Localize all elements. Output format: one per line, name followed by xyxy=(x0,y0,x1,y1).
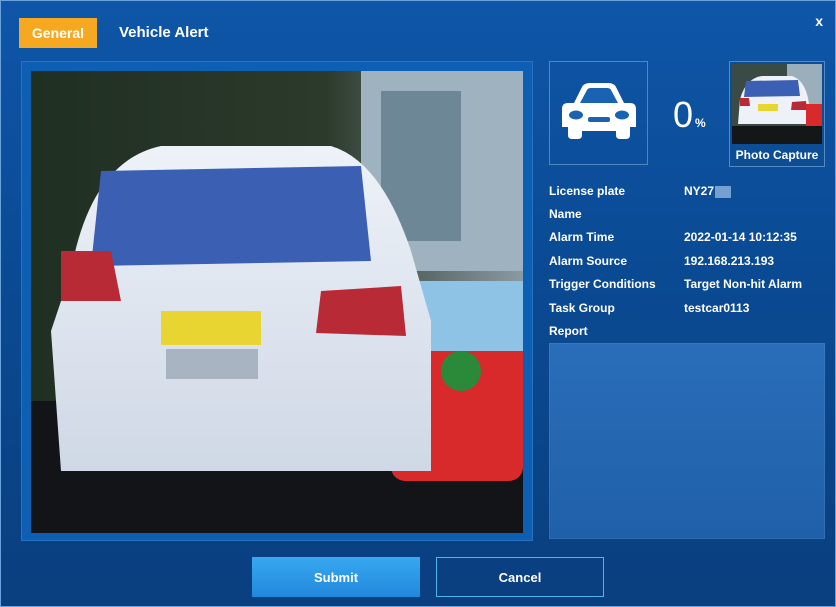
tab-vehicle-alert[interactable]: Vehicle Alert xyxy=(119,24,209,41)
tab-general[interactable]: General xyxy=(19,18,97,48)
alert-info: License plate NY27 Name Alarm Time 2022-… xyxy=(549,179,825,343)
report-textarea[interactable] xyxy=(549,343,825,539)
field-value: 2022-01-14 10:12:35 xyxy=(684,230,797,245)
field-label: Task Group xyxy=(549,300,615,315)
field-label: Alarm Time xyxy=(549,230,615,245)
details-panel: 0% Photo Capture License plate NY27 Name… xyxy=(549,61,825,541)
capture-image xyxy=(732,64,822,144)
image-panel xyxy=(21,61,533,541)
info-row-task-group: Task Group testcar0113 xyxy=(549,296,825,319)
info-row-alarm-source: Alarm Source 192.168.213.193 xyxy=(549,249,825,272)
info-row-license-plate: License plate NY27 xyxy=(549,179,825,202)
field-label: Trigger Conditions xyxy=(549,277,656,292)
vehicle-alert-dialog: General Vehicle Alert x 0 % Photo Captur… xyxy=(0,0,836,607)
field-label: License plate xyxy=(549,183,626,198)
vehicle-type-box xyxy=(549,61,648,165)
close-button[interactable]: x xyxy=(815,13,823,29)
info-row-alarm-time: Alarm Time 2022-01-14 10:12:35 xyxy=(549,226,825,249)
field-label: Report xyxy=(549,324,588,339)
cancel-button[interactable]: Cancel xyxy=(436,557,604,597)
info-row-report: Report xyxy=(549,319,825,342)
vehicle-photo xyxy=(31,71,523,533)
car-icon xyxy=(560,81,638,146)
info-row-name: Name xyxy=(549,202,825,225)
redaction-mask xyxy=(715,185,732,198)
field-label: Name xyxy=(549,207,582,222)
photo-capture-thumbnail[interactable]: Photo Capture xyxy=(729,61,825,167)
field-value: 192.168.213.193 xyxy=(684,253,775,268)
field-value: Target Non-hit Alarm xyxy=(684,277,803,292)
submit-button[interactable]: Submit xyxy=(252,557,420,597)
photo-capture-label: Photo Capture xyxy=(735,148,819,162)
info-row-trigger-conditions: Trigger Conditions Target Non-hit Alarm xyxy=(549,273,825,296)
field-value: NY27 xyxy=(684,184,825,198)
field-label: Alarm Source xyxy=(549,253,628,268)
similarity-score: 0% xyxy=(673,94,706,135)
field-value: testcar0113 xyxy=(684,300,750,315)
